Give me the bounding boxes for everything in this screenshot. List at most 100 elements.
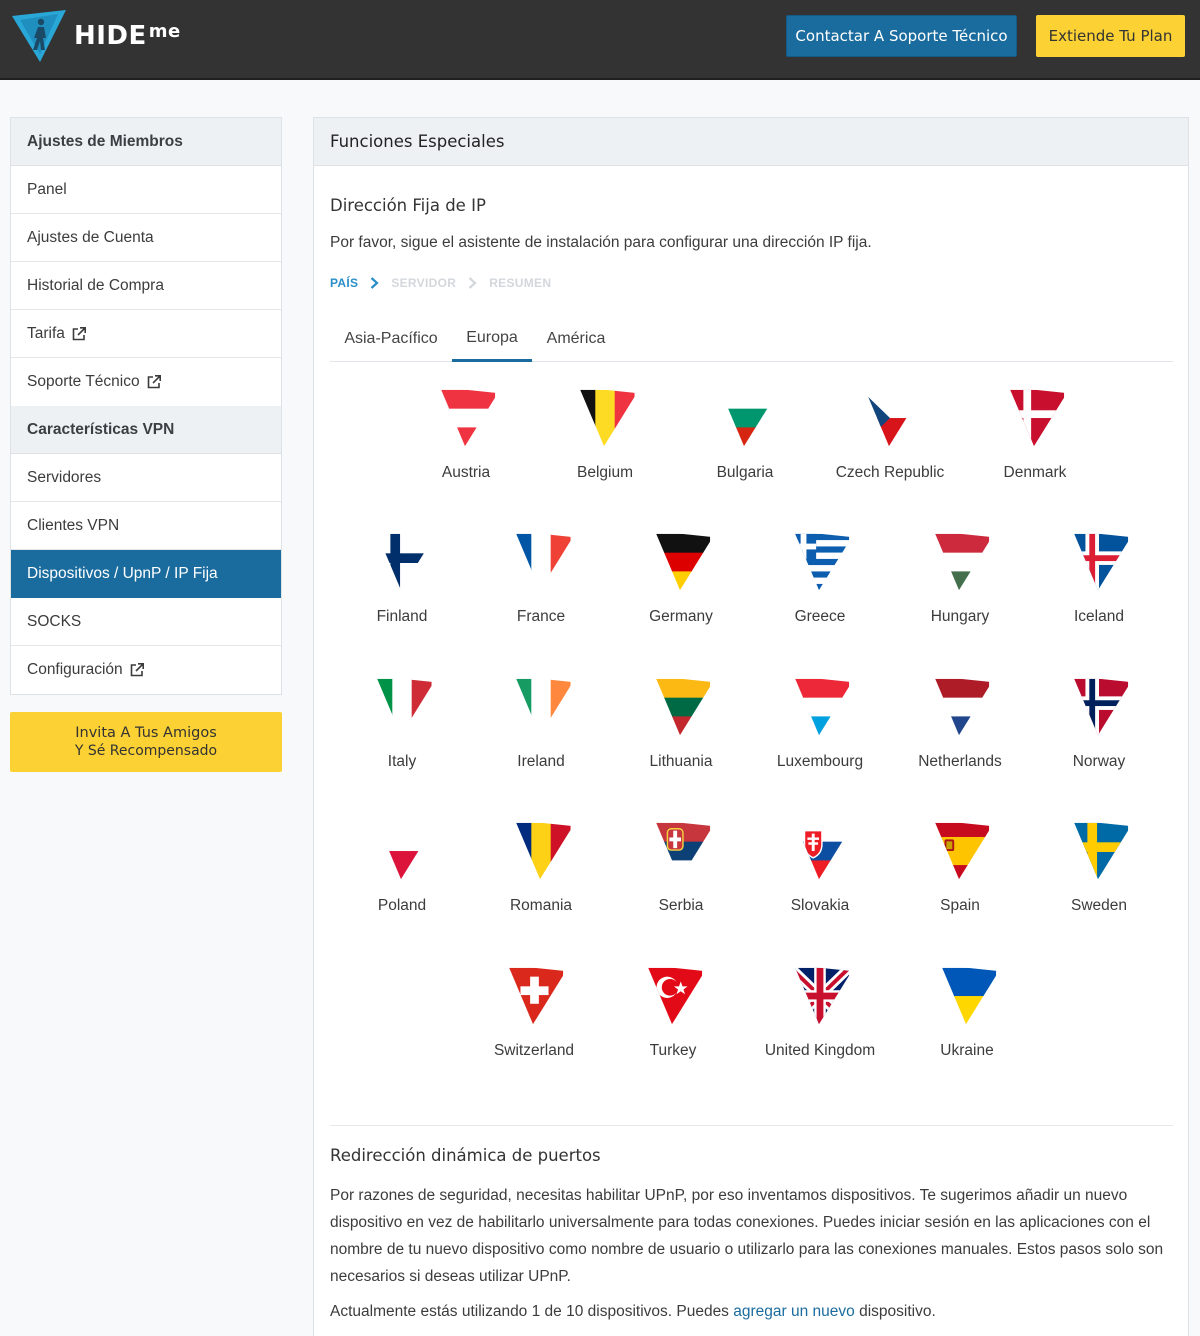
country-name: Sweden bbox=[1070, 897, 1127, 914]
flag-france-icon bbox=[511, 533, 571, 591]
step-country[interactable]: PAÍS bbox=[330, 276, 358, 290]
country-option-sweden[interactable]: Sweden bbox=[1029, 821, 1169, 931]
sidebar-item-label: Dispositivos / UpnP / IP Fija bbox=[27, 564, 218, 582]
country-option-finland[interactable]: Finland bbox=[332, 532, 472, 642]
external-link-icon bbox=[129, 662, 145, 678]
country-option-greece[interactable]: Greece bbox=[750, 532, 890, 642]
country-option-ukraine[interactable]: Ukraine bbox=[897, 966, 1037, 1076]
sidebar-item-panel[interactable]: Panel bbox=[11, 166, 281, 214]
tab-america[interactable]: América bbox=[532, 316, 620, 362]
flag-norway-icon bbox=[1069, 678, 1129, 736]
country-name: Belgium bbox=[577, 464, 633, 481]
fixed-ip-description: Por favor, sigue el asistente de instala… bbox=[330, 234, 872, 251]
country-name: Hungary bbox=[930, 608, 990, 625]
country-option-serbia[interactable]: Serbia bbox=[611, 821, 751, 931]
sidebar-item-historial-de-compra[interactable]: Historial de Compra bbox=[11, 262, 281, 310]
flag-romania-icon bbox=[511, 822, 571, 880]
country-option-romania[interactable]: Romania bbox=[471, 821, 611, 931]
invite-friends-button[interactable]: Invita A Tus Amigos Y Sé Recompensado bbox=[10, 712, 282, 772]
extend-plan-button[interactable]: Extiende Tu Plan bbox=[1036, 15, 1185, 57]
country-option-belgium[interactable]: Belgium bbox=[535, 388, 675, 498]
sidebar-item-configuracion[interactable]: Configuración bbox=[11, 646, 281, 694]
country-name: Lithuania bbox=[649, 753, 713, 770]
country-name: Italy bbox=[387, 753, 417, 770]
country-option-united-kingdom[interactable]: United Kingdom bbox=[750, 966, 890, 1076]
country-option-germany[interactable]: Germany bbox=[611, 532, 751, 642]
country-option-iceland[interactable]: Iceland bbox=[1029, 532, 1169, 642]
tab-europe[interactable]: Europa bbox=[452, 316, 532, 362]
country-option-netherlands[interactable]: Netherlands bbox=[890, 677, 1030, 787]
invite-line1: Invita A Tus Amigos bbox=[75, 725, 217, 741]
sidebar-members-list: Panel Ajustes de Cuenta Historial de Compr… bbox=[11, 166, 281, 406]
country-option-bulgaria[interactable]: Bulgaria bbox=[675, 388, 815, 498]
country-name: Ukraine bbox=[940, 1042, 994, 1059]
sidebar-item-label: Clientes VPN bbox=[27, 516, 120, 534]
country-name: Greece bbox=[794, 608, 846, 625]
sidebar-item-servidores[interactable]: Servidores bbox=[11, 454, 281, 502]
country-option-norway[interactable]: Norway bbox=[1029, 677, 1169, 787]
flag-italy-icon bbox=[372, 678, 432, 736]
flag-slovakia-icon bbox=[790, 822, 850, 880]
flag-bulgaria-icon bbox=[715, 389, 775, 447]
external-link-icon bbox=[146, 374, 162, 390]
flag-belgium-icon bbox=[575, 389, 635, 447]
contact-support-button[interactable]: Contactar A Soporte Técnico bbox=[786, 15, 1017, 57]
sidebar: Ajustes de Miembros Panel Ajustes de Cuen… bbox=[10, 117, 282, 695]
sidebar-item-tarifa[interactable]: Tarifa bbox=[11, 310, 281, 358]
port-forwarding-title: Redirección dinámica de puertos bbox=[330, 1146, 601, 1165]
sidebar-item-label: Configuración bbox=[27, 661, 123, 678]
sidebar-section-vpn: Características VPN bbox=[11, 406, 281, 454]
wizard-steps: PAÍS SERVIDOR RESUMEN bbox=[330, 276, 551, 290]
flag-ireland-icon bbox=[511, 678, 571, 736]
flag-switzerland-icon bbox=[504, 967, 564, 1025]
logo-triangle-icon bbox=[12, 10, 66, 62]
external-link-icon bbox=[71, 326, 87, 342]
country-option-slovakia[interactable]: Slovakia bbox=[750, 821, 890, 931]
sidebar-item-label: Ajustes de Cuenta bbox=[27, 228, 154, 246]
fixed-ip-title: Dirección Fija de IP bbox=[330, 196, 486, 215]
flag-netherlands-icon bbox=[930, 678, 990, 736]
country-option-turkey[interactable]: Turkey bbox=[603, 966, 743, 1076]
country-option-luxembourg[interactable]: Luxembourg bbox=[750, 677, 890, 787]
flag-turkey-icon bbox=[643, 967, 703, 1025]
country-option-france[interactable]: France bbox=[471, 532, 611, 642]
country-option-italy[interactable]: Italy bbox=[332, 677, 472, 787]
sidebar-item-clientes-vpn[interactable]: Clientes VPN bbox=[11, 502, 281, 550]
country-option-austria[interactable]: Austria bbox=[396, 388, 536, 498]
flag-greece-icon bbox=[790, 533, 850, 591]
flag-sweden-icon bbox=[1069, 822, 1129, 880]
country-option-spain[interactable]: Spain bbox=[890, 821, 1030, 931]
country-name: Serbia bbox=[658, 897, 704, 914]
country-option-switzerland[interactable]: Switzerland bbox=[464, 966, 604, 1076]
country-option-denmark[interactable]: Denmark bbox=[965, 388, 1105, 498]
add-device-link[interactable]: agregar un nuevo bbox=[733, 1303, 855, 1320]
sidebar-item-ajustes-de-cuenta[interactable]: Ajustes de Cuenta bbox=[11, 214, 281, 262]
special-functions-panel: Funciones Especiales Dirección Fija de I… bbox=[313, 117, 1189, 1336]
country-name: Luxembourg bbox=[776, 753, 864, 770]
country-name: Turkey bbox=[649, 1042, 697, 1059]
country-option-lithuania[interactable]: Lithuania bbox=[611, 677, 751, 787]
country-name: Slovakia bbox=[790, 897, 850, 914]
country-option-hungary[interactable]: Hungary bbox=[890, 532, 1030, 642]
country-option-poland[interactable]: Poland bbox=[332, 821, 472, 931]
flag-finland-icon bbox=[372, 533, 432, 591]
country-option-czech-republic[interactable]: Czech Republic bbox=[820, 388, 960, 498]
country-name: Czech Republic bbox=[835, 464, 945, 481]
country-option-ireland[interactable]: Ireland bbox=[471, 677, 611, 787]
tab-asia-pacific[interactable]: Asia-Pacífico bbox=[330, 316, 452, 362]
country-name: Ireland bbox=[517, 753, 565, 770]
sidebar-item-soporte-tecnico[interactable]: Soporte Técnico bbox=[11, 358, 281, 406]
flag-lithuania-icon bbox=[651, 678, 711, 736]
country-name: Netherlands bbox=[918, 753, 1002, 770]
country-name: Denmark bbox=[1003, 464, 1067, 481]
country-name: United Kingdom bbox=[764, 1042, 876, 1059]
sidebar-item-label: Tarifa bbox=[27, 324, 65, 342]
sidebar-item-dispositivos-upnp-ip-fija[interactable]: Dispositivos / UpnP / IP Fija bbox=[11, 550, 281, 598]
hideme-logo[interactable]: HIDE me bbox=[10, 8, 181, 64]
country-name: Bulgaria bbox=[716, 464, 774, 481]
flag-czech-icon bbox=[860, 389, 920, 447]
panel-title: Funciones Especiales bbox=[314, 118, 1188, 166]
sidebar-item-socks[interactable]: SOCKS bbox=[11, 598, 281, 646]
device-usage-text: Actualmente estás utilizando 1 de 10 dis… bbox=[330, 1303, 936, 1320]
country-name: Germany bbox=[649, 608, 713, 625]
